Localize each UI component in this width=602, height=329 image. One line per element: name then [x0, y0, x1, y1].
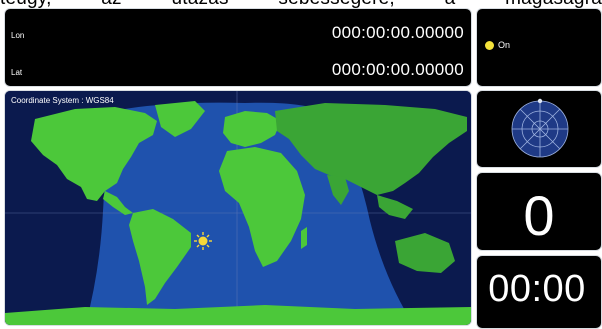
- sky-plot-panel[interactable]: [476, 90, 602, 168]
- time-value: 00:00: [488, 268, 586, 310]
- coordinates-panel: Lon 000:00:00.00000 Lat 000:00:00.00000: [4, 8, 472, 87]
- status-indicator-dot: [485, 41, 494, 50]
- latitude-value: 000:00:00.00000: [331, 60, 464, 79]
- gps-status-panel[interactable]: On: [476, 8, 602, 87]
- satellite-count-value: 0: [523, 184, 555, 247]
- longitude-row: Lon 000:00:00.00000: [5, 17, 471, 47]
- world-map-panel[interactable]: Coordinate System : WGS84: [4, 90, 472, 326]
- status-label: On: [498, 40, 511, 50]
- satellite-count-panel[interactable]: 0: [476, 172, 602, 251]
- latitude-row: Lat 000:00:00.00000: [5, 54, 471, 84]
- longitude-value: 000:00:00.00000: [331, 23, 464, 42]
- latitude-label: Lat: [11, 68, 23, 77]
- skyplot-icon: [511, 98, 569, 158]
- time-panel[interactable]: 00:00: [476, 255, 602, 329]
- world-map: [5, 91, 471, 325]
- longitude-label: Lon: [11, 31, 25, 40]
- coordinate-system-label: Coordinate System : WGS84: [11, 96, 114, 105]
